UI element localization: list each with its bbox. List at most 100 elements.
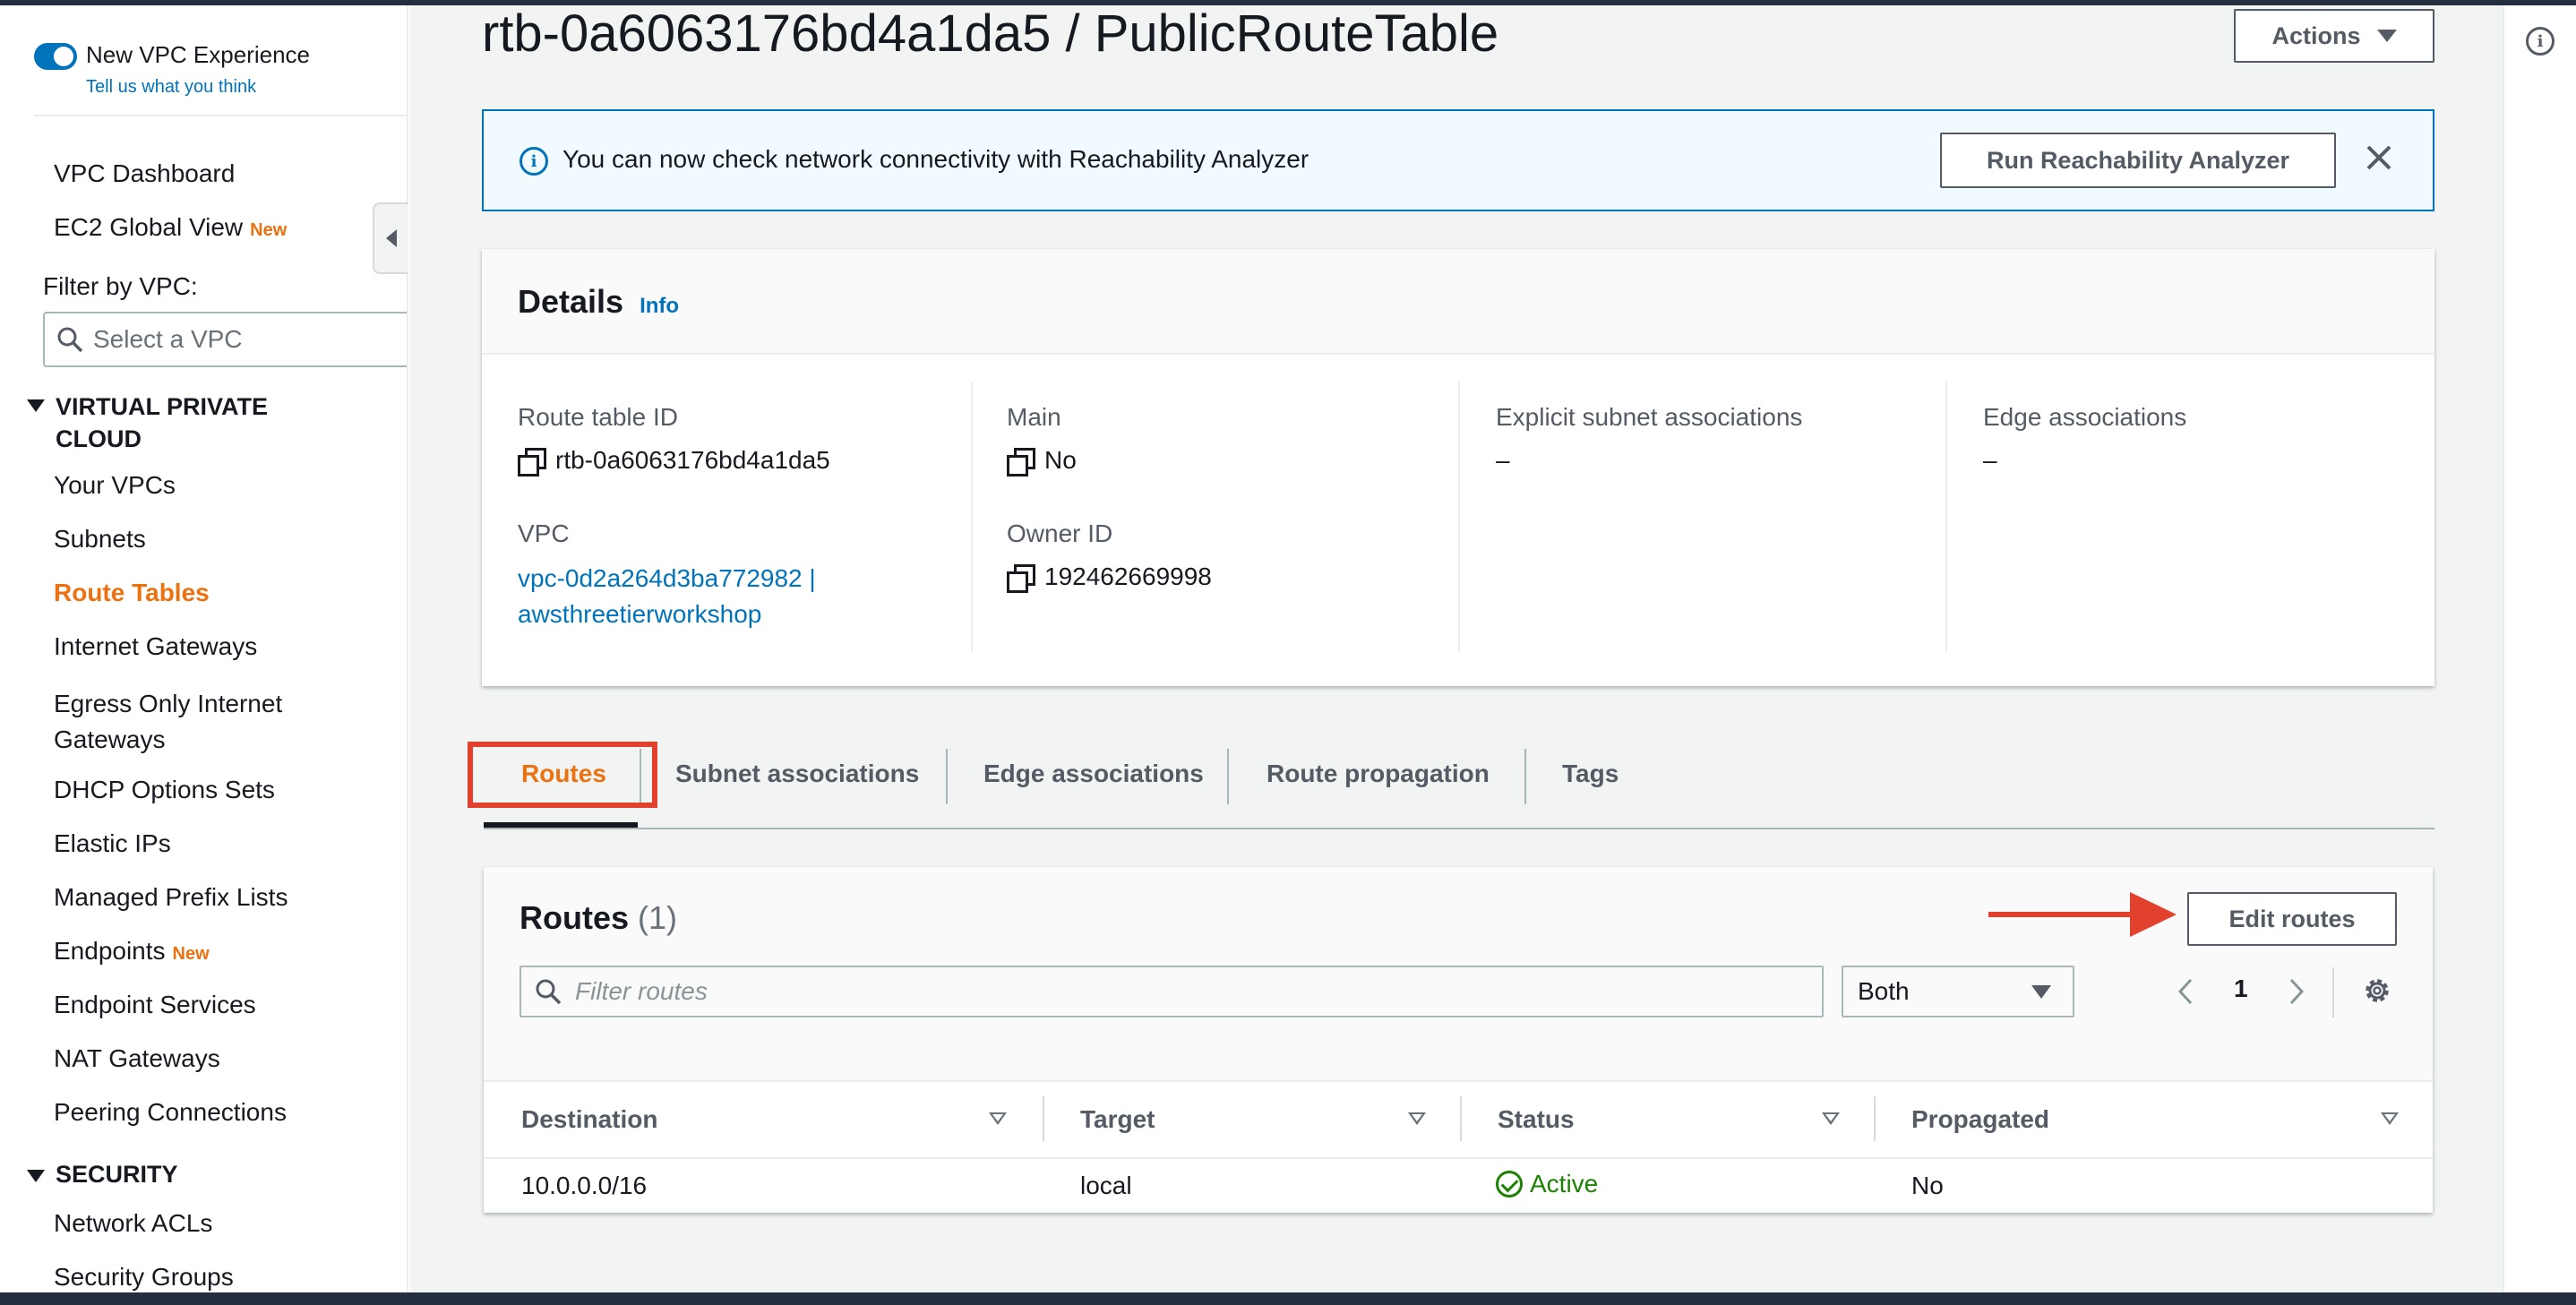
sidebar-item-internet-gateways[interactable]: Internet Gateways [54,632,257,661]
bottom-bar [0,1292,2576,1305]
annotation-arrow [1988,912,2132,917]
info-link[interactable]: Info [640,294,679,318]
route-table-id-value: rtb-0a6063176bd4a1da5 [518,446,830,476]
vpc-label: VPC [518,519,570,547]
tab-edge-associations[interactable]: Edge associations [983,760,1204,788]
vpc-experience-toggle[interactable] [34,43,77,70]
owner-id-value: 192462669998 [1007,562,1212,593]
sidebar-item-nat-gateways[interactable]: NAT Gateways [54,1044,220,1073]
actions-button[interactable]: Actions [2234,9,2434,63]
column-divider [1460,1096,1462,1141]
routes-count: (1) [638,899,678,936]
column-divider [971,382,973,652]
search-icon [536,979,562,1005]
flash-message: You can now check network connectivity w… [562,145,1309,173]
tab-subnet-associations[interactable]: Subnet associations [675,760,919,788]
column-header-target[interactable]: Target [1080,1105,1155,1134]
caret-down-icon [2031,985,2051,999]
section-security[interactable]: SECURITY [27,1161,178,1189]
cell-target: local [1080,1172,1132,1199]
sidebar-item-peering-connections[interactable]: Peering Connections [54,1098,287,1127]
column-divider [1945,382,1947,652]
sidebar-item-subnets[interactable]: Subnets [54,525,146,554]
pager-divider [2332,967,2334,1017]
caret-left-icon [386,229,397,247]
copy-icon[interactable] [518,448,546,476]
column-divider [1458,382,1460,652]
sort-icon[interactable] [989,1112,1007,1125]
info-icon: i [519,147,548,176]
vpc-link[interactable]: vpc-0d2a264d3ba772982 | awsthreetierworks… [518,561,816,632]
run-reachability-analyzer-button[interactable]: Run Reachability Analyzer [1940,133,2336,188]
vpc-experience-title: New VPC Experience [86,41,310,68]
gear-icon[interactable] [2361,974,2393,1007]
tab-separator [1524,749,1526,804]
details-header [482,249,2434,355]
help-panel-rail [2503,5,2576,1292]
chevron-right-icon[interactable] [2284,976,2307,1007]
check-circle-icon [1496,1171,1523,1198]
sidebar-divider [34,115,407,116]
sidebar-item-label: Endpoints [54,937,166,965]
section-virtual-private-cloud[interactable]: VIRTUAL PRIVATE CLOUD [27,391,296,455]
sidebar-item-ec2-global-view[interactable]: EC2 Global View New [54,213,287,242]
sidebar-item-endpoint-services[interactable]: Endpoint Services [54,991,256,1019]
column-header-propagated[interactable]: Propagated [1911,1105,2049,1134]
page-title: rtb-0a6063176bd4a1da5 / PublicRouteTable [482,4,1499,63]
filter-routes-input[interactable]: Filter routes [519,966,1824,1017]
search-icon [57,327,83,353]
tab-route-propagation[interactable]: Route propagation [1267,760,1490,788]
chevron-left-icon[interactable] [2175,976,2198,1007]
sidebar-item-network-acls[interactable]: Network ACLs [54,1209,212,1238]
page-number[interactable]: 1 [2234,974,2248,1003]
propagation-filter-select[interactable]: Both [1842,966,2074,1017]
copy-icon[interactable] [1007,448,1035,476]
sidebar-item-label: EC2 Global View [54,213,244,241]
column-divider [1043,1096,1044,1141]
close-icon[interactable] [2361,140,2397,176]
column-header-status[interactable]: Status [1498,1105,1575,1134]
feedback-link[interactable]: Tell us what you think [86,77,256,98]
caret-down-icon [27,399,45,412]
sidebar-item-security-groups[interactable]: Security Groups [54,1263,234,1292]
actions-label: Actions [2271,21,2361,49]
new-badge: New [172,944,210,964]
collapse-sidebar-button[interactable] [373,202,408,274]
explicit-subnet-associations-label: Explicit subnet associations [1496,403,1803,431]
sidebar-item-elastic-ips[interactable]: Elastic IPs [54,829,171,858]
sidebar-item-managed-prefix-lists[interactable]: Managed Prefix Lists [54,883,288,912]
details-title: Details Info [518,283,680,320]
sidebar-item-dhcp-options-sets[interactable]: DHCP Options Sets [54,776,275,804]
info-icon[interactable]: i [2526,27,2555,56]
main-value: No [1007,446,1077,476]
sidebar: New VPC Experience Tell us what you thin… [0,5,408,1292]
sidebar-item-endpoints[interactable]: Endpoints New [54,937,210,966]
caret-down-icon [27,1170,45,1182]
cell-destination: 10.0.0.0/16 [521,1172,648,1199]
sort-icon[interactable] [2381,1112,2399,1125]
filter-routes-placeholder: Filter routes [575,977,708,1005]
edge-associations-label: Edge associations [1983,403,2187,431]
vpc-filter-select[interactable]: Select a VPC [43,312,407,367]
filter-by-vpc-label: Filter by VPC: [43,272,198,300]
select-value: Both [1858,977,1910,1005]
caret-down-icon [2376,30,2397,42]
column-header-destination[interactable]: Destination [521,1105,657,1134]
sidebar-item-egress-only-internet-gateways[interactable]: Egress Only Internet Gateways [54,686,322,758]
cell-status: Active [1496,1170,1598,1198]
tab-tags[interactable]: Tags [1562,760,1619,788]
sidebar-item-route-tables[interactable]: Route Tables [54,579,210,607]
toggle-knob [54,47,73,66]
header-divider [484,1080,2433,1082]
row-divider [484,1157,2433,1159]
route-table-id-label: Route table ID [518,403,678,431]
sidebar-item-your-vpcs[interactable]: Your VPCs [54,471,176,500]
sort-icon[interactable] [1408,1112,1426,1125]
vpc-filter-placeholder: Select a VPC [93,325,243,353]
sidebar-item-vpc-dashboard[interactable]: VPC Dashboard [54,159,235,188]
sort-icon[interactable] [1822,1112,1840,1125]
explicit-subnet-associations-value: – [1496,446,1510,474]
copy-icon[interactable] [1007,564,1035,593]
edit-routes-button[interactable]: Edit routes [2187,892,2397,946]
column-divider [1874,1096,1876,1141]
